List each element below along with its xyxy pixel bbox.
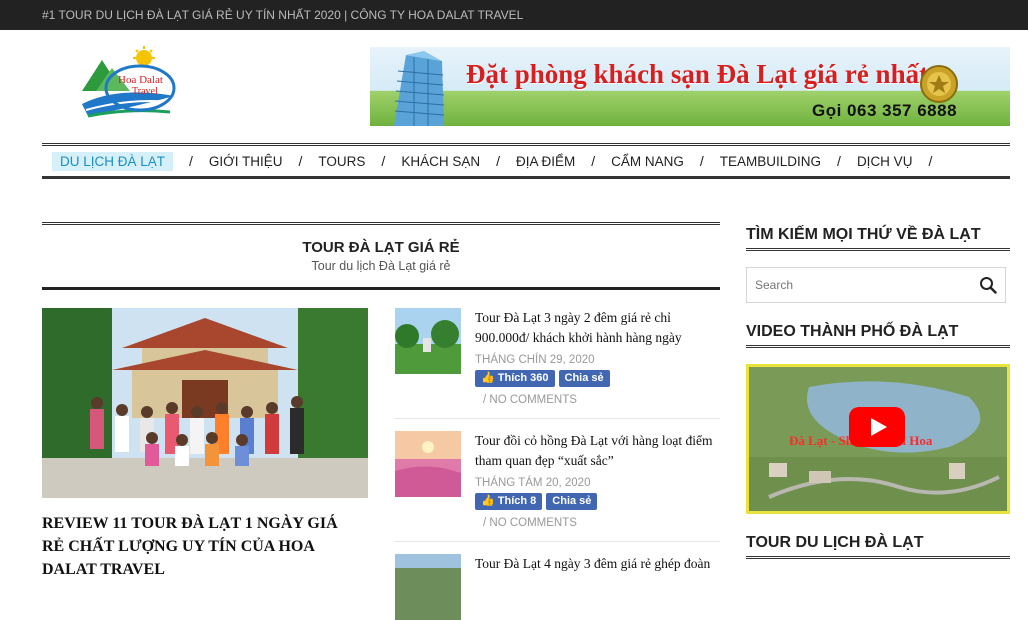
top-bar: #1 TOUR DU LỊCH ĐÀ LẠT GIÁ RẺ UY TÍN NHẤ… xyxy=(0,0,1028,30)
nav-separator: / xyxy=(496,153,500,169)
logo-icon: Hoa Dalat Travel xyxy=(82,46,176,118)
building-icon xyxy=(394,51,445,126)
nav-item-cam-nang[interactable]: CẨM NANG xyxy=(601,154,694,169)
facebook-share-button[interactable]: Chia sẻ xyxy=(546,493,598,510)
post-title[interactable]: Tour Đà Lạt 3 ngày 2 đêm giá rẻ chỉ 900.… xyxy=(475,308,720,348)
search-input[interactable] xyxy=(747,268,967,302)
park-thumbnail-image xyxy=(395,308,461,374)
banner-title: Đặt phòng khách sạn Đà Lạt giá rẻ nhất xyxy=(466,59,929,89)
comments-link[interactable]: / NO COMMENTS xyxy=(483,394,577,406)
post-thumbnail[interactable] xyxy=(395,554,461,620)
nav-item-gioi-thieu[interactable]: GIỚI THIỆU xyxy=(199,154,293,169)
search-icon[interactable] xyxy=(979,276,997,294)
category-subtitle: Tour du lịch Đà Lạt giá rẻ xyxy=(311,259,451,273)
youtube-play-icon[interactable] xyxy=(849,407,905,447)
search-heading: TÌM KIẾM MỌI THỨ VỀ ĐÀ LẠT xyxy=(746,226,1010,251)
svg-text:Hoa Dalat: Hoa Dalat xyxy=(118,74,163,86)
thumbs-up-icon: 👍 xyxy=(481,372,498,384)
nav-separator: / xyxy=(189,153,193,169)
banner-phone: Gọi 063 357 6888 xyxy=(812,101,958,120)
post-title[interactable]: Tour Đà Lạt 4 ngày 3 đêm giá rẻ ghép đoà… xyxy=(475,554,720,574)
site-logo[interactable]: Hoa Dalat Travel xyxy=(78,46,178,121)
nav-item-dia-diem[interactable]: ĐỊA ĐIỂM xyxy=(506,154,585,169)
comments-link[interactable]: / NO COMMENTS xyxy=(483,517,577,529)
nav-item-tours[interactable]: TOURS xyxy=(308,154,375,169)
video-player[interactable]: Đà Lạt - Sha Festival Hoa xyxy=(746,364,1010,514)
facebook-share-button[interactable]: Chia sẻ xyxy=(558,370,610,387)
nav-separator: / xyxy=(837,153,841,169)
facebook-like-button[interactable]: 👍 Thích 8 xyxy=(475,493,543,510)
post-thumbnail[interactable] xyxy=(395,431,461,497)
tour-heading: TOUR DU LỊCH ĐÀ LẠT xyxy=(746,534,1010,559)
post-title[interactable]: Tour đồi cỏ hồng Đà Lạt với hàng loạt đi… xyxy=(475,431,720,471)
nav-separator: / xyxy=(699,153,704,169)
search-box xyxy=(746,267,1006,303)
nav-separator: / xyxy=(928,153,933,169)
nav-separator: / xyxy=(381,153,386,169)
nav-item-teambuilding[interactable]: TEAMBUILDING xyxy=(710,154,831,169)
thumbs-up-icon: 👍 xyxy=(481,495,498,507)
nav-separator: / xyxy=(298,153,303,169)
post-thumbnail[interactable] xyxy=(395,308,461,374)
video-heading: VIDEO THÀNH PHỐ ĐÀ LẠT xyxy=(746,323,1010,348)
hotel-banner[interactable]: Đặt phòng khách sạn Đà Lạt giá rẻ nhất G… xyxy=(370,47,1010,126)
award-medal-icon xyxy=(920,65,958,103)
pink-hill-thumbnail-image xyxy=(395,431,461,497)
post-divider xyxy=(395,418,720,419)
top-bar-text: #1 TOUR DU LỊCH ĐÀ LẠT GIÁ RẺ UY TÍN NHẤ… xyxy=(42,8,524,22)
nav-item-dich-vu[interactable]: DỊCH VỤ xyxy=(847,154,923,169)
featured-image[interactable] xyxy=(42,308,368,498)
post-divider xyxy=(395,541,720,542)
main-nav: DU LỊCH ĐÀ LẠT / GIỚI THIỆU / TOURS / KH… xyxy=(42,143,1010,179)
facebook-like-button[interactable]: 👍 Thích 360 xyxy=(475,370,555,387)
post-date: THÁNG TÁM 20, 2020 xyxy=(475,477,591,489)
post-date: THÁNG CHÍN 29, 2020 xyxy=(475,354,595,366)
featured-title[interactable]: REVIEW 11 TOUR ĐÀ LẠT 1 NGÀY GIÁ RẺ CHẤT… xyxy=(42,512,362,581)
social-buttons: 👍 Thích 360 Chia sẻ xyxy=(475,370,610,387)
svg-text:Travel: Travel xyxy=(132,86,158,97)
nav-item-du-lich-da-lat[interactable]: DU LỊCH ĐÀ LẠT xyxy=(42,151,183,171)
group-photo-image xyxy=(42,308,368,498)
category-title: TOUR ĐÀ LẠT GIÁ RẺ xyxy=(302,239,460,256)
nav-item-khach-san[interactable]: KHÁCH SẠN xyxy=(391,154,490,169)
nav-separator: / xyxy=(591,153,596,169)
category-header: TOUR ĐÀ LẠT GIÁ RẺ Tour du lịch Đà Lạt g… xyxy=(42,222,720,290)
city-thumbnail-image xyxy=(395,554,461,620)
social-buttons: 👍 Thích 8 Chia sẻ xyxy=(475,493,598,510)
